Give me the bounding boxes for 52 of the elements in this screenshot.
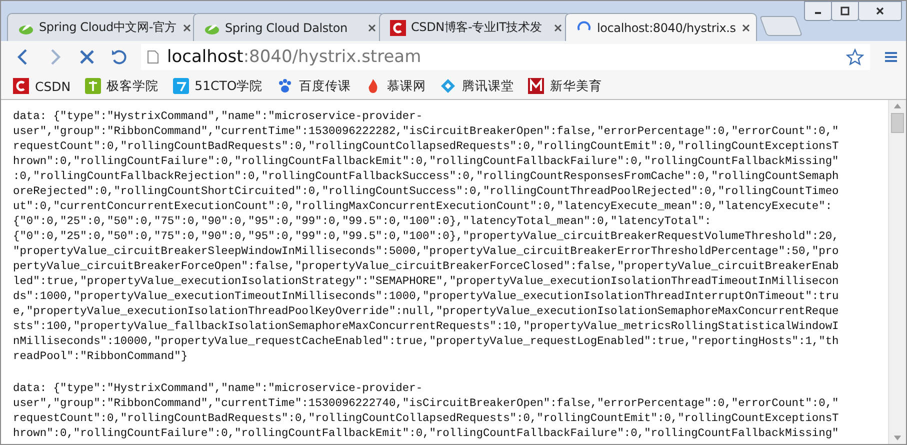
stream-line: requestCount":0,"rollingCountBadRequests":0,"rollingCountCollapsedRequests":0,"rollingCountEmit":0,"rollingCountExceptionsT [13, 140, 840, 155]
bookmark[interactable]: 51CTO学院 [172, 78, 263, 94]
stream-line: "propertyValue_circuitBreakerSleepWindowInMilliseconds":5000,"propertyValue_circuitBreakerErrorThresholdPercentage":50,"pro [13, 245, 840, 260]
stream-line: :0,"rollingCountFallbackRejection":0,"rollingCountFallbackSuccess":0,"rollingCountResponsesFromCache":0,"rollingCountSemaph [13, 170, 840, 185]
scrollbar[interactable] [888, 100, 906, 444]
stream-line: e,"propertyValue_executionIsolationThreadPoolKeyOverride":null,"propertyValue_executionIsolationSemaphoreMaxConcurrentReque [13, 305, 840, 320]
stream-line: led":true,"propertyValue_executionIsolationStrategy":"SEMAPHORE","propertyValue_executionIsolationThreadTimeoutInMillisecon [13, 275, 840, 290]
stream-line: readPool":"RibbonCommand"} [13, 350, 189, 365]
stream-line: ds":1000,"propertyValue_executionTimeoutInMilliseconds":1000,"propertyValue_executionIsolationThreadInterruptOnTimeout":tru [13, 290, 840, 305]
close-button[interactable] [858, 1, 902, 21]
bookmark[interactable]: CSDN [13, 78, 71, 94]
bookmark[interactable]: 极客学院 [84, 78, 159, 94]
close-icon[interactable] [367, 22, 377, 32]
star-icon[interactable] [846, 48, 864, 66]
stream-line: oreRejected":0,"rollingCountShortCircuited":0,"rollingCountSuccess":0,"rollingCountThreadPoolRejected":0,"rollingCountTimeo [13, 185, 840, 200]
close-icon[interactable] [182, 22, 192, 32]
stream-line: user","group":"RibbonCommand","currentTime":1530096222282,"isCircuitBreakerOpen":false,"errorPercentage":0,"errorCount":0," [13, 125, 840, 140]
stream-line: nMilliseconds":10000,"propertyValue_requestCacheEnabled":true,"propertyValue_requestLogEnabled":true,"reportingHosts":1,"th [13, 335, 840, 350]
maximize-icon [840, 6, 850, 16]
bookmark[interactable]: 新华美育 [528, 78, 602, 94]
address-field[interactable]: localhost:8040/hystrix.stream [141, 44, 870, 70]
stream-line: {"0":0,"25":0,"50":0,"75":0,"90":0,"95":0,"99":0,"99.5":0,"100":0},"latencyTotal_mean":0,"latencyTotal": [13, 215, 712, 230]
csdn-logo-icon [13, 78, 29, 94]
stream-line: data: {"type":"HystrixCommand","name":"microservice-provider- [13, 110, 424, 125]
browser-tab[interactable]: localhost:8040/hystrix.s [565, 13, 757, 41]
stream-line: hrown":0,"rollingCountFailure":0,"rollingCountFallbackEmit":0,"rollingCountFallbackFailure":0,"rollingCountFallbackMissing" [13, 427, 840, 442]
square-logo-icon [172, 78, 189, 94]
scroll-thumb[interactable] [891, 113, 904, 133]
bookmark[interactable]: 腾讯课堂 [440, 78, 514, 94]
m-logo-icon [528, 78, 544, 94]
close-icon[interactable] [740, 22, 751, 32]
stream-line: ut":0,"currentConcurrentExecutionCount":0,"rollingMaxConcurrentExecutionCount":0,"latencyExecute_mean":0,"latencyExecute": [13, 200, 834, 215]
minimize-button[interactable] [804, 1, 832, 21]
stream-line: requestCount":0,"rollingCountBadRequests":0,"rollingCountCollapsedRequests":0,"rollingCountEmit":0,"rollingCountExceptionsT [13, 412, 840, 427]
diamond-icon [440, 78, 456, 94]
bookmark[interactable]: 慕课网 [364, 78, 426, 94]
reload-icon[interactable] [109, 47, 129, 67]
csdn-logo-icon [390, 20, 406, 36]
stream-line: {"0":0,"25":0,"50":0,"75":0,"90":0,"95":0,"99":0,"99.5":0,"100":0},"propertyValue_circuitBreakerRequestVolumeThreshold":20, [13, 230, 840, 245]
paw-icon [276, 78, 293, 94]
stream-line: data: {"type":"HystrixCommand","name":"microservice-provider- [13, 382, 424, 397]
close-icon[interactable] [553, 22, 563, 32]
stream-line: user","group":"RibbonCommand","currentTime":1530096222740,"isCircuitBreakerOpen":false,"errorPercentage":0,"errorCount":0," [13, 397, 840, 412]
bookmark[interactable]: 百度传课 [276, 78, 351, 94]
page-icon [147, 50, 159, 64]
stream-line: pertyValue_circuitBreakerForceOpen":false,"propertyValue_circuitBreakerForceClosed":false,"propertyValue_circuitBreakerEnab [13, 260, 840, 275]
stream-line: hrown":0,"rollingCountFailure":0,"rollingCountFallbackEmit":0,"rollingCountFallbackFailure":0,"rollingCountFallbackMissing" [13, 155, 840, 170]
stream-line: sts":100,"propertyValue_fallbackIsolationSemaphoreMaxConcurrentRequests":10,"propertyValue_metricsRollingStatisticalWindowI [13, 320, 840, 335]
close-icon [875, 6, 885, 16]
menu-icon[interactable] [884, 50, 898, 64]
maximize-button[interactable] [831, 1, 859, 21]
square-logo-icon [84, 78, 101, 94]
